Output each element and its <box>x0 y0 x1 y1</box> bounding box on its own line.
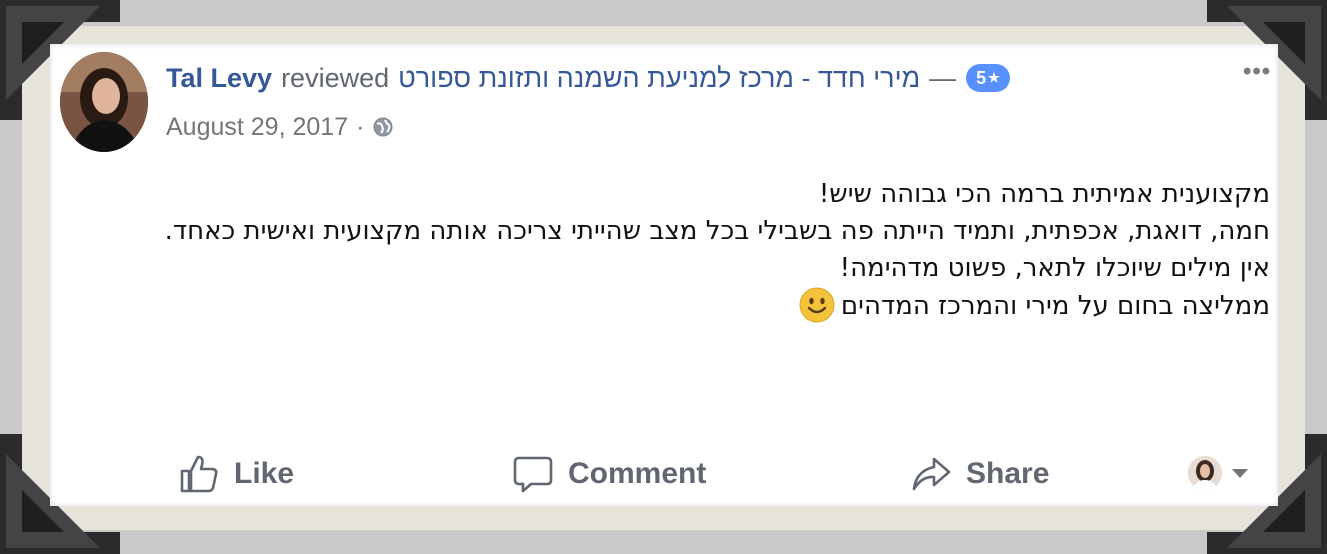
action-text: reviewed <box>281 62 390 93</box>
share-button[interactable]: Share <box>910 450 1049 498</box>
star-icon: ★ <box>988 70 1000 85</box>
rating-badge: 5 ★ <box>966 64 1010 92</box>
globe-icon[interactable] <box>372 116 394 138</box>
smile-emoji-icon <box>799 287 835 323</box>
post-action-bar: Like Comment Share <box>50 450 1278 500</box>
like-button[interactable]: Like <box>178 450 294 498</box>
chevron-down-icon <box>1232 468 1248 478</box>
review-line: חמה, דואגת, אכפתית, ותמיד הייתה פה בשביל… <box>164 216 1270 246</box>
post-header: Tal Levy reviewed מירי חדד - מרכז למניעת… <box>166 58 1156 98</box>
rating-value: 5 <box>976 67 987 88</box>
meta-separator: · <box>356 112 365 141</box>
more-options-button[interactable]: ••• <box>1243 58 1271 86</box>
author-avatar[interactable] <box>60 52 148 152</box>
post-date-link[interactable]: August 29, 2017 <box>166 113 348 142</box>
review-line-last: ממליצה בחום על מירי והמרכז המדהים <box>80 287 1270 325</box>
review-line-text: ממליצה בחום על מירי והמרכז המדהים <box>840 291 1270 321</box>
author-name-link[interactable]: Tal Levy <box>166 63 272 94</box>
review-text: מקצוענית אמיתית ברמה הכי גבוהה שיש! חמה,… <box>80 176 1270 325</box>
comment-label: Comment <box>568 457 707 490</box>
post-meta: August 29, 2017 · <box>166 110 394 144</box>
review-line: מקצוענית אמיתית ברמה הכי גבוהה שיש! <box>818 179 1270 209</box>
reaction-profile-selector[interactable] <box>1188 456 1248 490</box>
review-line: אין מילים שיוכלו לתאר, פשוט מדהימה! <box>839 253 1270 283</box>
profile-avatar-icon <box>1188 456 1222 490</box>
speech-bubble-icon <box>512 453 554 495</box>
header-dash: — <box>929 62 957 93</box>
comment-button[interactable]: Comment <box>512 450 706 498</box>
thumbs-up-icon <box>178 453 220 495</box>
share-label: Share <box>966 457 1050 490</box>
like-label: Like <box>234 457 295 490</box>
share-arrow-icon <box>910 453 952 495</box>
reviewed-page-link[interactable]: מירי חדד - מרכז למניעת השמנה ותזונת ספור… <box>398 63 920 94</box>
